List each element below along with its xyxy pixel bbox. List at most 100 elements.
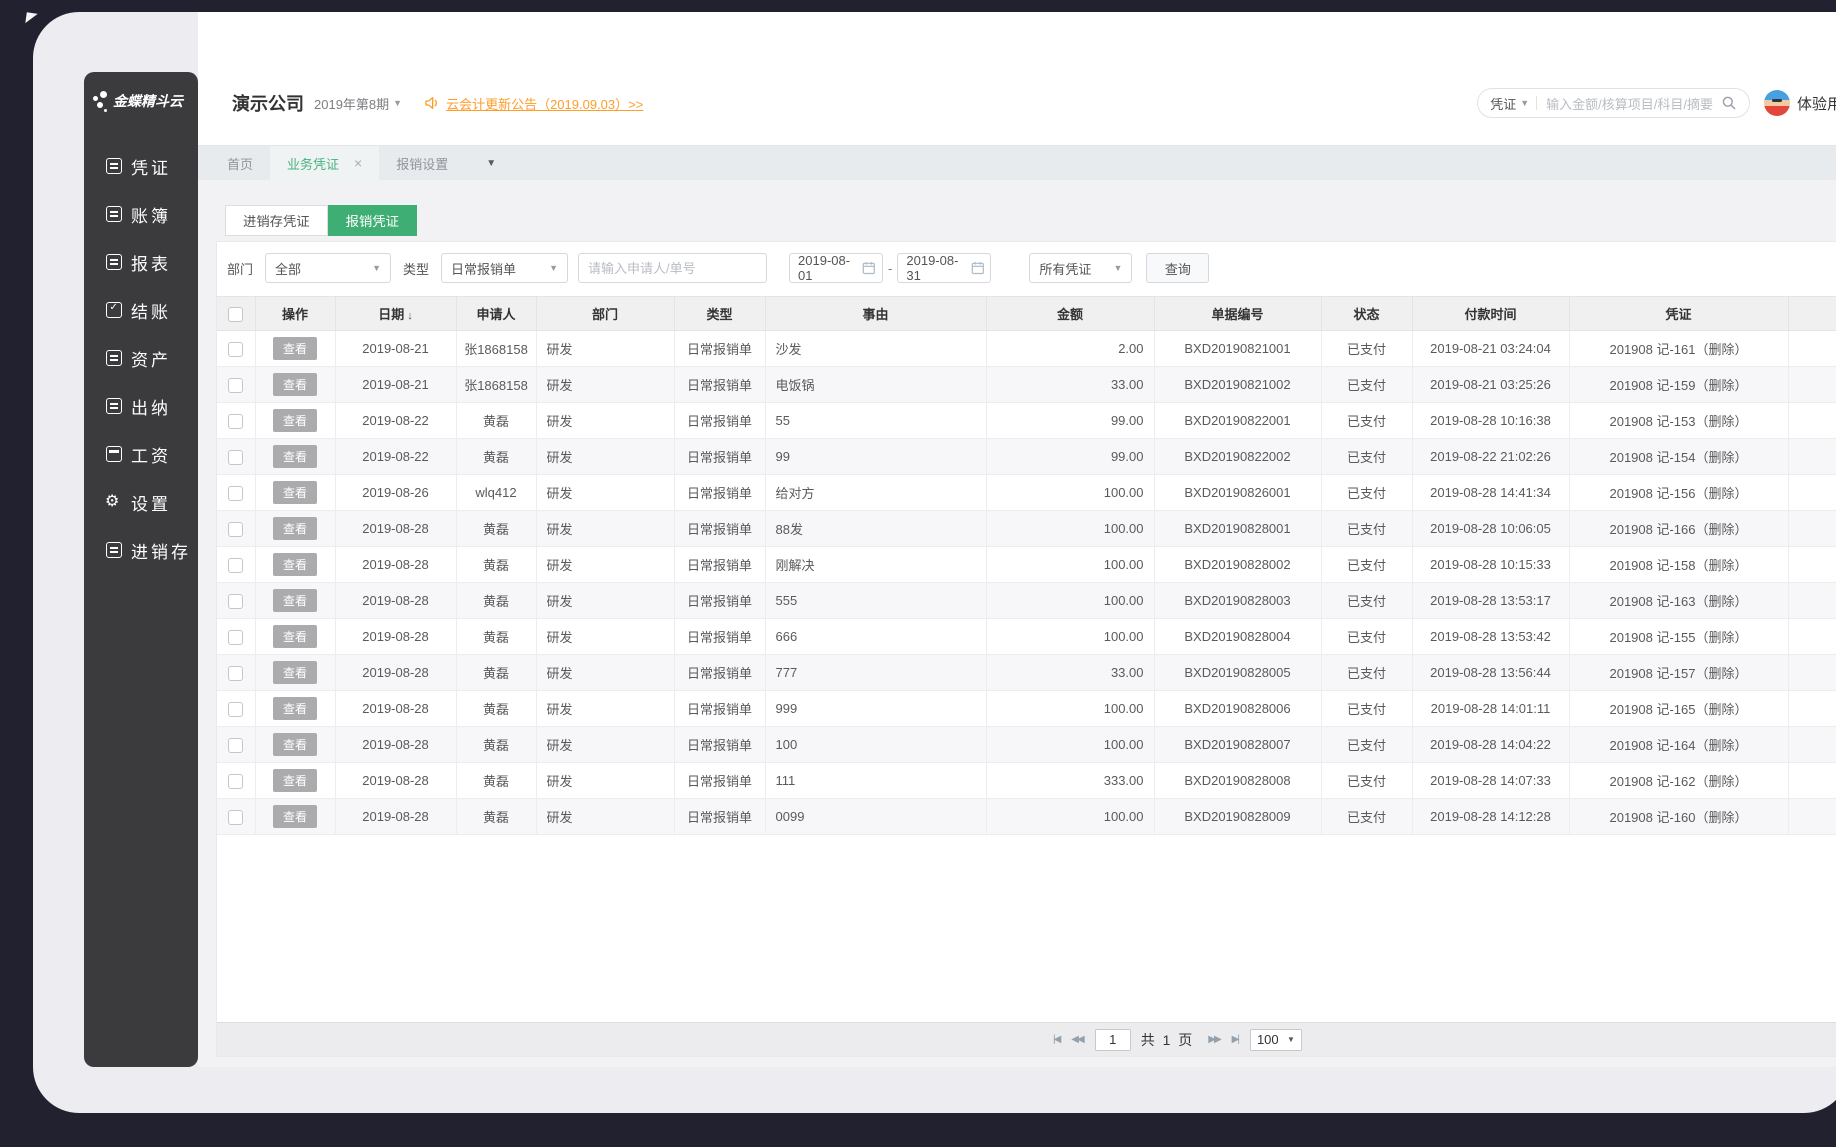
sidebar-item-cashier[interactable]: 出纳 xyxy=(84,382,198,430)
page-size-select[interactable]: 100 ▼ xyxy=(1249,1028,1302,1051)
view-button[interactable]: 查看 xyxy=(273,481,317,504)
row-checkbox[interactable] xyxy=(228,485,244,501)
row-select-cell xyxy=(217,690,256,727)
sidebar-item-asset[interactable]: 资产 xyxy=(84,334,198,382)
view-button[interactable]: 查看 xyxy=(273,589,317,612)
row-checkbox[interactable] xyxy=(228,449,244,465)
row-checkbox[interactable] xyxy=(228,593,244,609)
row-action-cell: 查看 xyxy=(255,726,336,763)
tab-2[interactable]: 业务凭证 × xyxy=(270,146,380,180)
close-icon[interactable]: × xyxy=(354,155,362,171)
column-header: 凭证 xyxy=(1569,296,1789,331)
tab-list-dropdown-icon[interactable]: ▼ xyxy=(486,146,496,180)
view-button[interactable]: 查看 xyxy=(273,409,317,432)
row-checkbox[interactable] xyxy=(228,665,244,681)
voucher-icon xyxy=(106,158,122,174)
inventory-voucher-button[interactable]: 进销存凭证 xyxy=(225,205,328,236)
view-button[interactable]: 查看 xyxy=(273,769,317,792)
sidebar-item-payroll[interactable]: 工资 xyxy=(84,430,198,478)
cell-amount: 99.00 xyxy=(986,438,1155,475)
cell-extra xyxy=(1788,330,1836,367)
chevron-down-icon: ▼ xyxy=(372,263,382,273)
voucher-scope-select[interactable]: 所有凭证 ▼ xyxy=(1029,253,1133,283)
view-button[interactable]: 查看 xyxy=(273,661,317,684)
column-header: 操作 xyxy=(255,296,336,331)
sidebar-item-voucher[interactable]: 凭证 xyxy=(84,142,198,190)
page-number-input[interactable] xyxy=(1094,1028,1131,1051)
sidebar-item-ledger[interactable]: 账簿 xyxy=(84,190,198,238)
tab-1[interactable]: 首页 xyxy=(210,146,270,180)
row-checkbox[interactable] xyxy=(228,737,244,753)
prev-page-icon[interactable]: ◀◀ xyxy=(1071,1034,1084,1045)
cell-date: 2019-08-22 xyxy=(335,402,457,439)
search-icon[interactable] xyxy=(1721,95,1737,111)
tab-3[interactable]: 报销设置 xyxy=(379,146,465,180)
user-avatar[interactable] xyxy=(1763,90,1790,116)
select-all-checkbox[interactable] xyxy=(228,306,244,322)
cell-type: 日常报销单 xyxy=(674,762,766,799)
row-checkbox[interactable] xyxy=(228,521,244,537)
user-name[interactable]: 体验用户 xyxy=(1797,93,1836,114)
row-checkbox[interactable] xyxy=(228,377,244,393)
reimbursement-voucher-button[interactable]: 报销凭证 xyxy=(327,205,417,236)
dept-select[interactable]: 全部 ▼ xyxy=(265,253,392,283)
cell-voucher: 201908 记-157（删除） xyxy=(1569,654,1789,691)
cell-extra xyxy=(1788,654,1836,691)
search-input[interactable]: 输入金额/核算项目/科目/摘要 xyxy=(1546,94,1713,113)
announcement-link[interactable]: 云会计更新公告（2019.09.03）>> xyxy=(446,94,643,113)
sidebar-item-closing[interactable]: 结账 xyxy=(84,286,198,334)
row-action-cell: 查看 xyxy=(255,474,336,511)
last-page-icon[interactable]: ▶| xyxy=(1232,1034,1240,1045)
search-scope-select[interactable]: 凭证 xyxy=(1490,94,1516,113)
view-button[interactable]: 查看 xyxy=(273,373,317,396)
applicant-input[interactable] xyxy=(578,253,768,283)
row-checkbox[interactable] xyxy=(228,809,244,825)
view-button[interactable]: 查看 xyxy=(273,625,317,648)
cell-date: 2019-08-28 xyxy=(335,654,457,691)
cell-voucher: 201908 记-166（删除） xyxy=(1569,510,1789,547)
view-button[interactable]: 查看 xyxy=(273,517,317,540)
cell-applicant: 黄磊 xyxy=(456,402,537,439)
cell-status: 已支付 xyxy=(1321,762,1413,799)
cell-voucher: 201908 记-159（删除） xyxy=(1569,366,1789,403)
cell-applicant: 张1868158 xyxy=(456,330,537,367)
tab-label: 业务凭证 xyxy=(287,156,340,172)
table-row: 查看 2019-08-22 黄磊 研发 日常报销单 55 99.00 BXD201908220… xyxy=(217,402,1836,439)
row-action-cell: 查看 xyxy=(255,402,336,439)
row-checkbox[interactable] xyxy=(228,413,244,429)
view-button[interactable]: 查看 xyxy=(273,553,317,576)
sidebar-item-report[interactable]: 报表 xyxy=(84,238,198,286)
sidebar-item-inventory[interactable]: 进销存 xyxy=(84,526,198,574)
type-select[interactable]: 日常报销单 ▼ xyxy=(441,253,569,283)
view-button[interactable]: 查看 xyxy=(273,805,317,828)
view-button[interactable]: 查看 xyxy=(273,733,317,756)
row-checkbox[interactable] xyxy=(228,701,244,717)
sort-desc-icon[interactable]: ↓ xyxy=(407,310,413,322)
cell-extra xyxy=(1788,366,1836,403)
row-checkbox[interactable] xyxy=(228,773,244,789)
cell-type: 日常报销单 xyxy=(674,726,766,763)
next-page-icon[interactable]: ▶▶ xyxy=(1208,1034,1221,1045)
row-checkbox[interactable] xyxy=(228,557,244,573)
view-button[interactable]: 查看 xyxy=(273,337,317,360)
row-checkbox[interactable] xyxy=(228,341,244,357)
first-page-icon[interactable]: |◀ xyxy=(1053,1034,1061,1045)
period-selector[interactable]: 2019年第8期 xyxy=(314,94,389,113)
row-action-cell: 查看 xyxy=(255,510,336,547)
view-button[interactable]: 查看 xyxy=(273,445,317,468)
global-search[interactable]: 凭证 ▼ 输入金额/核算项目/科目/摘要 xyxy=(1477,88,1750,118)
sidebar-item-settings[interactable]: 设置 xyxy=(84,478,198,526)
query-button[interactable]: 查询 xyxy=(1146,253,1210,283)
sidebar-item-label: 账簿 xyxy=(131,206,171,226)
cell-applicant: 黄磊 xyxy=(456,798,537,835)
table-row: 查看 2019-08-21 张1868158 研发 日常报销单 沙发 2.00 BXD2019… xyxy=(217,330,1836,367)
date-to-picker[interactable]: 2019-08-31 xyxy=(897,253,992,283)
date-from-picker[interactable]: 2019-08-01 xyxy=(789,253,884,283)
view-button[interactable]: 查看 xyxy=(273,697,317,720)
cell-dept: 研发 xyxy=(536,762,675,799)
row-checkbox[interactable] xyxy=(228,629,244,645)
cell-voucher: 201908 记-162（删除） xyxy=(1569,762,1789,799)
sidebar-item-label: 结账 xyxy=(131,302,171,322)
content-area: 进销存凭证报销凭证 部门 全部▼ 类型 日常报销单▼ 2019-08-01 xyxy=(198,180,1836,1067)
cell-status: 已支付 xyxy=(1321,330,1413,367)
